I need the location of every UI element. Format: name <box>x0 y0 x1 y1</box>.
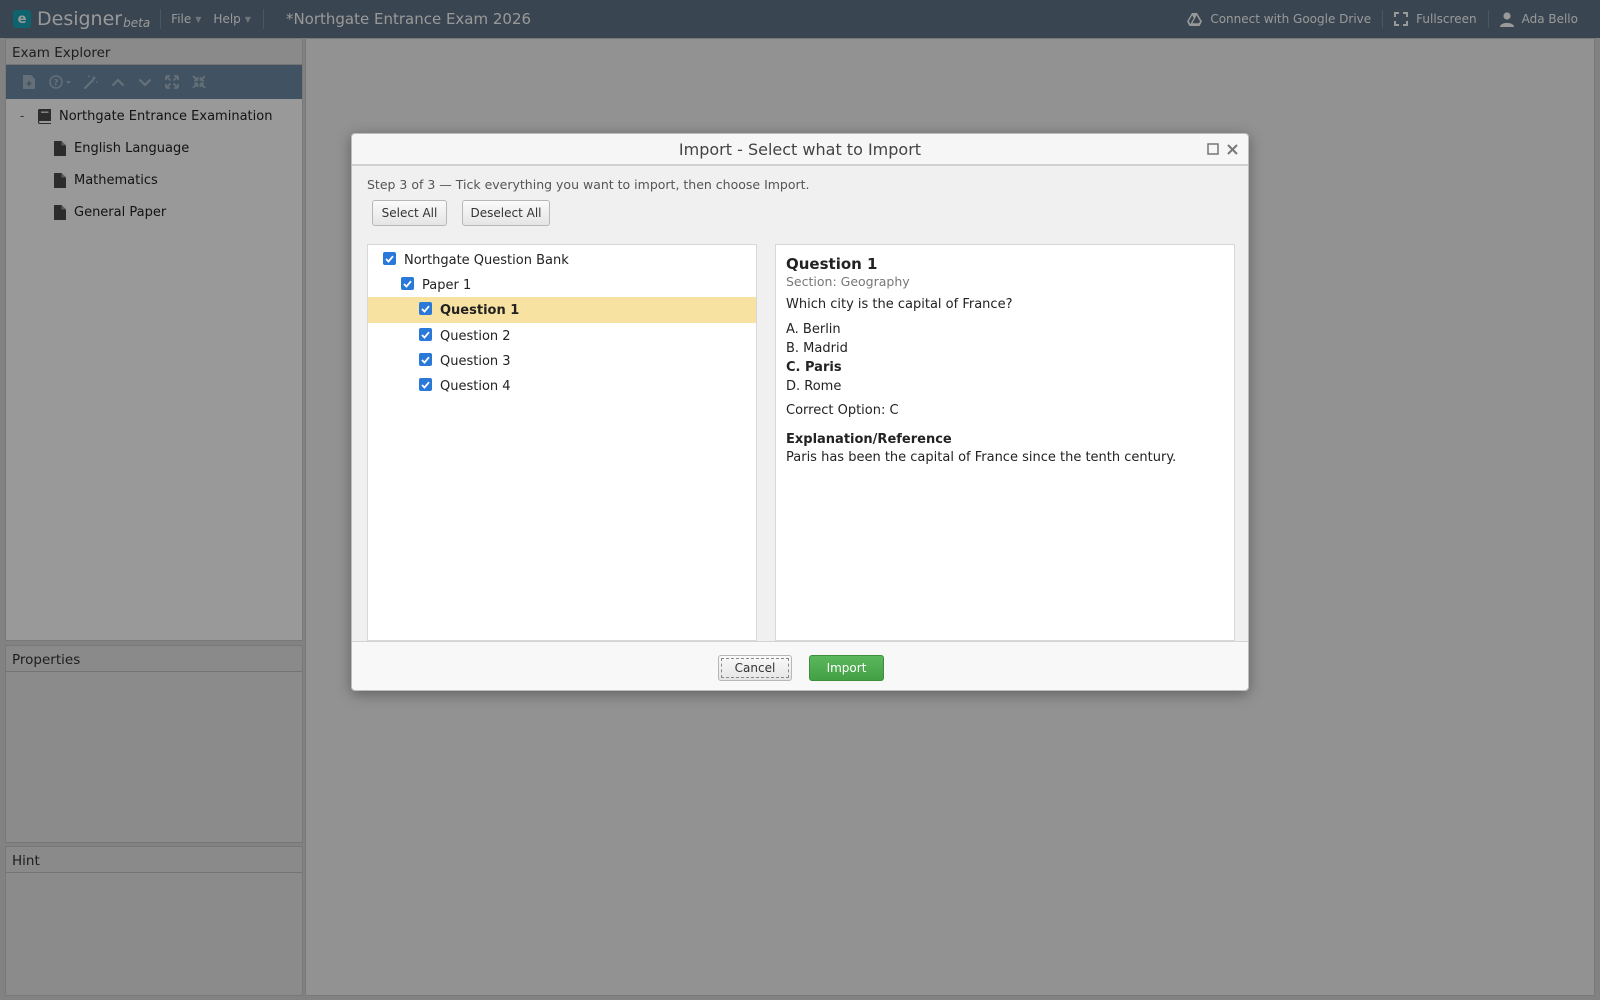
tree-node-question-4[interactable]: Question 4 <box>368 373 756 399</box>
preview-title: Question 1 <box>786 255 878 273</box>
tree-node-label: Question 4 <box>440 378 511 394</box>
tree-node-label: Northgate Question Bank <box>404 252 569 268</box>
checkbox-question-2[interactable] <box>419 328 432 341</box>
select-all-button[interactable]: Select All <box>372 200 447 226</box>
checkbox-question-bank[interactable] <box>383 252 396 265</box>
import-tree: Northgate Question Bank Paper 1 Question… <box>367 244 757 641</box>
preview-question-text: Which city is the capital of France? <box>786 297 1013 312</box>
tree-node-question-bank[interactable]: Northgate Question Bank <box>368 247 756 273</box>
checkmark-icon <box>421 381 430 389</box>
dialog-header: Import - Select what to Import <box>352 134 1248 166</box>
preview-option: B. Madrid <box>786 341 848 356</box>
tree-node-paper[interactable]: Paper 1 <box>368 272 756 298</box>
maximize-button[interactable] <box>1206 142 1220 156</box>
tree-node-label: Question 3 <box>440 353 511 369</box>
preview-option: D. Rome <box>786 379 842 394</box>
tree-node-label: Paper 1 <box>422 277 472 293</box>
checkmark-icon <box>421 305 430 313</box>
checkbox-question-4[interactable] <box>419 378 432 391</box>
tree-node-question-2[interactable]: Question 2 <box>368 323 756 349</box>
checkmark-icon <box>385 255 394 263</box>
tree-node-question-1[interactable]: Question 1 <box>368 297 756 323</box>
tree-node-label: Question 1 <box>440 302 520 318</box>
checkmark-icon <box>421 356 430 364</box>
preview-explanation: Paris has been the capital of France sin… <box>786 450 1177 465</box>
step-instructions: Step 3 of 3 — Tick everything you want t… <box>367 177 810 192</box>
tree-node-question-3[interactable]: Question 3 <box>368 348 756 374</box>
preview-correct-option: Correct Option: C <box>786 403 899 418</box>
deselect-all-button[interactable]: Deselect All <box>462 200 550 226</box>
checkmark-icon <box>403 280 412 288</box>
checkbox-paper[interactable] <box>401 277 414 290</box>
preview-option: A. Berlin <box>786 322 841 337</box>
import-button[interactable]: Import <box>809 655 884 681</box>
preview-explanation-heading: Explanation/Reference <box>786 432 952 447</box>
tree-node-label: Question 2 <box>440 328 511 344</box>
cancel-button[interactable]: Cancel <box>718 655 792 681</box>
checkbox-question-1[interactable] <box>419 302 432 315</box>
close-icon <box>1226 143 1238 155</box>
close-button[interactable] <box>1225 142 1239 156</box>
dialog-footer: Cancel Import <box>352 641 1248 690</box>
checkmark-icon <box>421 331 430 339</box>
preview-section: Section: Geography <box>786 274 910 289</box>
import-dialog: Import - Select what to Import Step 3 of… <box>351 133 1249 691</box>
dialog-title: Import - Select what to Import <box>678 140 922 159</box>
checkbox-question-3[interactable] <box>419 353 432 366</box>
preview-options: A. Berlin B. Madrid C. Paris D. Rome <box>786 320 1224 396</box>
maximize-icon <box>1207 143 1219 155</box>
question-preview: Question 1 Section: Geography Which city… <box>775 244 1235 641</box>
preview-option-correct: C. Paris <box>786 360 842 375</box>
